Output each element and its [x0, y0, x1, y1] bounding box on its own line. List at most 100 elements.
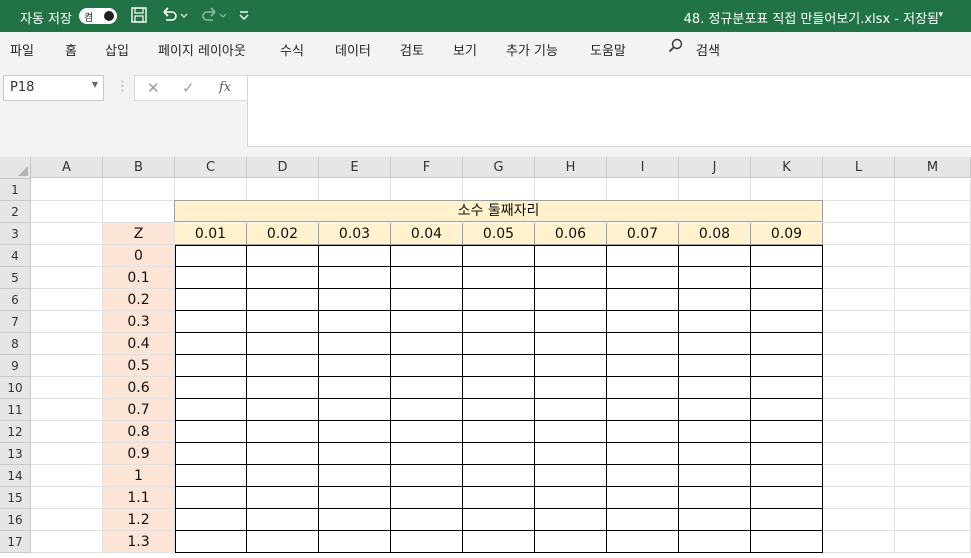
cell-k5[interactable] — [751, 267, 823, 289]
cell-c16[interactable] — [175, 509, 247, 531]
cell-l2[interactable] — [823, 201, 895, 223]
column-header-g[interactable]: G — [463, 157, 535, 178]
cell-g14[interactable] — [463, 465, 535, 487]
cell-h16[interactable] — [535, 509, 607, 531]
row-header-5[interactable]: 5 — [0, 267, 31, 289]
cell-d9[interactable] — [247, 355, 319, 377]
cell-m7[interactable] — [895, 311, 971, 333]
cell-i4[interactable] — [607, 245, 679, 267]
cell-f7[interactable] — [391, 311, 463, 333]
cell-d8[interactable] — [247, 333, 319, 355]
row-header-16[interactable]: 16 — [0, 509, 31, 531]
cell-h5[interactable] — [535, 267, 607, 289]
column-header-d[interactable]: D — [247, 157, 319, 178]
cell-j6[interactable] — [679, 289, 751, 311]
cell-d7[interactable] — [247, 311, 319, 333]
cell-g4[interactable] — [463, 245, 535, 267]
cell-b17[interactable]: 1.3 — [103, 531, 175, 553]
cell-b15[interactable]: 1.1 — [103, 487, 175, 509]
cell-c5[interactable] — [175, 267, 247, 289]
cell-j4[interactable] — [679, 245, 751, 267]
cell-l7[interactable] — [823, 311, 895, 333]
tab-file[interactable]: 파일 — [10, 40, 34, 59]
cell-a15[interactable] — [31, 487, 103, 509]
cell-k12[interactable] — [751, 421, 823, 443]
row-header-8[interactable]: 8 — [0, 333, 31, 355]
cell-l17[interactable] — [823, 531, 895, 553]
row-header-10[interactable]: 10 — [0, 377, 31, 399]
cell-i16[interactable] — [607, 509, 679, 531]
cell-e8[interactable] — [319, 333, 391, 355]
column-header-i[interactable]: I — [607, 157, 679, 178]
cell-m6[interactable] — [895, 289, 971, 311]
cell-e9[interactable] — [319, 355, 391, 377]
undo-icon[interactable] — [160, 6, 188, 28]
cell-h13[interactable] — [535, 443, 607, 465]
cell-j10[interactable] — [679, 377, 751, 399]
column-header-c[interactable]: C — [175, 157, 247, 178]
cell-i14[interactable] — [607, 465, 679, 487]
cell-k14[interactable] — [751, 465, 823, 487]
cell-i9[interactable] — [607, 355, 679, 377]
cell-c6[interactable] — [175, 289, 247, 311]
tab-page-layout[interactable]: 페이지 레이아웃 — [158, 40, 246, 59]
cell-c11[interactable] — [175, 399, 247, 421]
cell-b13[interactable]: 0.9 — [103, 443, 175, 465]
cell-g15[interactable] — [463, 487, 535, 509]
cell-a4[interactable] — [31, 245, 103, 267]
row-header-14[interactable]: 14 — [0, 465, 31, 487]
row-header-2[interactable]: 2 — [0, 201, 31, 223]
row-header-4[interactable]: 4 — [0, 245, 31, 267]
cell-a17[interactable] — [31, 531, 103, 553]
cell-c14[interactable] — [175, 465, 247, 487]
cell-b14[interactable]: 1 — [103, 465, 175, 487]
cell-m14[interactable] — [895, 465, 971, 487]
column-header-a[interactable]: A — [31, 157, 103, 178]
cell-l13[interactable] — [823, 443, 895, 465]
cell-a11[interactable] — [31, 399, 103, 421]
cell-c10[interactable] — [175, 377, 247, 399]
cell-k15[interactable] — [751, 487, 823, 509]
cell-m8[interactable] — [895, 333, 971, 355]
cell-k3[interactable]: 0.09 — [751, 223, 823, 245]
cell-j16[interactable] — [679, 509, 751, 531]
cell-b10[interactable]: 0.6 — [103, 377, 175, 399]
cell-k8[interactable] — [751, 333, 823, 355]
cell-j8[interactable] — [679, 333, 751, 355]
cell-a2[interactable] — [31, 201, 103, 223]
cell-l12[interactable] — [823, 421, 895, 443]
cell-a6[interactable] — [31, 289, 103, 311]
cell-e13[interactable] — [319, 443, 391, 465]
cell-f9[interactable] — [391, 355, 463, 377]
cell-j11[interactable] — [679, 399, 751, 421]
cell-i3[interactable]: 0.07 — [607, 223, 679, 245]
row-header-15[interactable]: 15 — [0, 487, 31, 509]
cell-h12[interactable] — [535, 421, 607, 443]
cell-l10[interactable] — [823, 377, 895, 399]
cell-g8[interactable] — [463, 333, 535, 355]
cell-a8[interactable] — [31, 333, 103, 355]
cell-g13[interactable] — [463, 443, 535, 465]
autosave-toggle[interactable]: 켬 — [79, 8, 117, 24]
cell-j3[interactable]: 0.08 — [679, 223, 751, 245]
cell-b9[interactable]: 0.5 — [103, 355, 175, 377]
cell-f15[interactable] — [391, 487, 463, 509]
cell-e4[interactable] — [319, 245, 391, 267]
row-header-12[interactable]: 12 — [0, 421, 31, 443]
cell-e6[interactable] — [319, 289, 391, 311]
cell-g12[interactable] — [463, 421, 535, 443]
cell-j14[interactable] — [679, 465, 751, 487]
cell-m17[interactable] — [895, 531, 971, 553]
cell-h17[interactable] — [535, 531, 607, 553]
row-header-3[interactable]: 3 — [0, 223, 31, 245]
cell-f14[interactable] — [391, 465, 463, 487]
row-header-17[interactable]: 17 — [0, 531, 31, 553]
cell-h9[interactable] — [535, 355, 607, 377]
cell-g17[interactable] — [463, 531, 535, 553]
cell-a3[interactable] — [31, 223, 103, 245]
cell-g6[interactable] — [463, 289, 535, 311]
cell-e5[interactable] — [319, 267, 391, 289]
cell-i1[interactable] — [607, 179, 679, 201]
row-header-1[interactable]: 1 — [0, 179, 31, 201]
cell-a16[interactable] — [31, 509, 103, 531]
